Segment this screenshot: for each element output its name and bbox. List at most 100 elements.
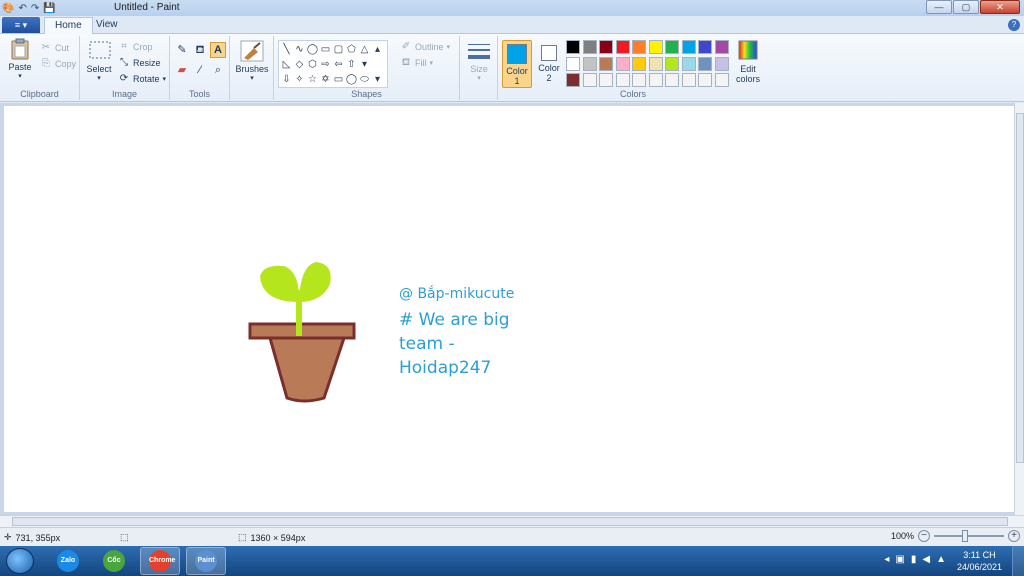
palette-swatch[interactable] [665,73,679,87]
start-button[interactable] [6,548,34,574]
copy-button[interactable]: ⎘ Copy [40,58,76,70]
palette-swatch[interactable] [599,56,613,71]
shapes-gallery[interactable]: ╲ ∿ ◯ ▭ ▢ ⬠ △ ▴ ◺ ◇ ⬡ ⇨ ⇦ ⇧ ▾ ⇩ ✧ ☆ ✡ ▭ ◯ ⬭ ▾ [278,40,388,88]
shape-option[interactable]: ⇧ [345,57,358,72]
fill-button[interactable]: ⛾ Fill ▾ [400,57,433,69]
horizontal-scrollbar[interactable] [0,515,1024,527]
shape-option[interactable]: ⬠ [345,42,358,57]
shape-option[interactable]: ⇦ [332,57,345,72]
zoom-out-button[interactable]: − [918,530,930,542]
pencil-icon[interactable]: ✎ [174,42,190,58]
palette-swatch[interactable] [681,40,696,54]
palette-swatch[interactable] [681,56,696,71]
palette-swatch[interactable] [632,40,646,54]
size-button[interactable]: Size ▾ [464,40,494,82]
tray-app-icon[interactable]: ▣ [895,554,904,565]
palette-swatch[interactable] [714,40,729,54]
paint-app-icon[interactable]: 🎨 [2,3,14,14]
tab-view[interactable]: View [86,17,128,34]
palette-swatch[interactable] [632,56,646,71]
tray-arrow-icon[interactable]: ◂ [884,554,889,565]
drawing-canvas[interactable] [4,106,1014,512]
palette-swatch[interactable] [566,56,580,71]
shape-option[interactable]: ⬡ [306,57,319,72]
cut-button[interactable]: ✂ Cut [40,42,69,54]
paste-button[interactable]: Paste ▾ [6,38,34,80]
zoom-slider[interactable] [934,530,1004,542]
outline-button[interactable]: ✐ Outline ▾ [400,41,450,53]
zoom-in-button[interactable]: + [1008,530,1020,542]
shape-option[interactable]: ◇ [293,57,306,72]
palette-swatch[interactable] [599,73,613,87]
vertical-scrollbar[interactable] [1014,103,1024,515]
shape-option[interactable]: ⇨ [319,57,332,72]
palette-swatch[interactable] [698,56,712,71]
palette-swatch[interactable] [632,73,646,87]
redo-icon[interactable]: ↷ [31,3,39,14]
fill-bucket-icon[interactable]: ⛾ [192,42,208,58]
shape-option[interactable] [371,57,384,72]
rotate-button[interactable]: ⟳ Rotate ▾ [118,73,166,85]
palette-swatch[interactable] [582,56,597,71]
shape-option[interactable]: ◯ [306,42,319,57]
maximize-button[interactable]: ▢ [953,0,979,14]
help-icon[interactable]: ? [1008,19,1020,31]
shape-option[interactable]: ▭ [319,42,332,57]
shape-option[interactable]: ∿ [293,42,306,57]
shape-option[interactable]: ▭ [332,72,345,87]
power-icon[interactable]: ▮ [911,554,917,565]
palette-swatch[interactable] [681,73,696,87]
taskbar-app-paint[interactable]: Paint [186,547,226,575]
taskbar-app-c-c-c-c[interactable]: Cốc Cốc [94,547,134,575]
taskbar-app-zalo[interactable]: Zalo [48,547,88,575]
palette-swatch[interactable] [698,73,712,87]
shape-option[interactable]: ⇩ [280,72,293,87]
zoom-slider-thumb[interactable] [962,530,968,542]
palette-swatch[interactable] [665,40,679,54]
color-picker-icon[interactable]: ⁄ [192,62,208,78]
shape-option[interactable]: ☆ [306,72,319,87]
palette-swatch[interactable] [648,40,663,54]
palette-swatch[interactable] [566,73,580,87]
volume-icon[interactable]: ◀ [922,554,930,565]
shape-option[interactable]: ✧ [293,72,306,87]
text-tool-icon[interactable]: A [210,42,226,58]
file-menu-button[interactable]: ≡ ▾ [2,17,40,33]
palette-swatch[interactable] [566,40,580,54]
palette-swatch[interactable] [665,56,679,71]
shape-option[interactable]: ◯ [345,72,358,87]
shape-option[interactable]: ╲ [280,42,293,57]
palette-swatch[interactable] [648,73,663,87]
palette-swatch[interactable] [615,40,630,54]
palette-swatch[interactable] [599,40,613,54]
clock[interactable]: 3:11 CH 24/06/2021 [957,549,1002,573]
edit-colors-button[interactable]: Edit colors [732,40,764,84]
network-icon[interactable]: ▲ [936,554,946,565]
minimize-button[interactable]: — [926,0,952,14]
palette-swatch[interactable] [615,73,630,87]
color2-button[interactable]: Color 2 [534,40,564,88]
close-button[interactable]: ✕ [980,0,1020,14]
shape-option[interactable]: ◺ [280,57,293,72]
horizontal-scroll-thumb[interactable] [12,517,1008,526]
shape-option[interactable]: ▾ [358,57,371,72]
resize-button[interactable]: ⤡ Resize [118,57,161,69]
color1-button[interactable]: Color 1 [502,40,532,88]
magnifier-icon[interactable]: ⌕ [210,62,226,78]
brushes-button[interactable]: Brushes ▾ [234,40,270,82]
shape-option[interactable]: ⬭ [358,72,371,87]
palette-swatch[interactable] [698,40,712,54]
show-desktop-button[interactable] [1012,546,1024,576]
shape-option[interactable]: ▾ [371,72,384,87]
palette-swatch[interactable] [648,56,663,71]
crop-button[interactable]: ⌗ Crop [118,41,152,53]
shape-option[interactable]: ▢ [332,42,345,57]
palette-swatch[interactable] [615,56,630,71]
palette-swatch[interactable] [582,73,597,87]
taskbar-app-chrome[interactable]: Chrome [140,547,180,575]
palette-swatch[interactable] [714,56,729,71]
shape-option[interactable]: ▴ [371,42,384,57]
save-icon[interactable]: 💾 [43,3,55,14]
eraser-icon[interactable]: ▰ [174,62,190,78]
shape-option[interactable]: △ [358,42,371,57]
